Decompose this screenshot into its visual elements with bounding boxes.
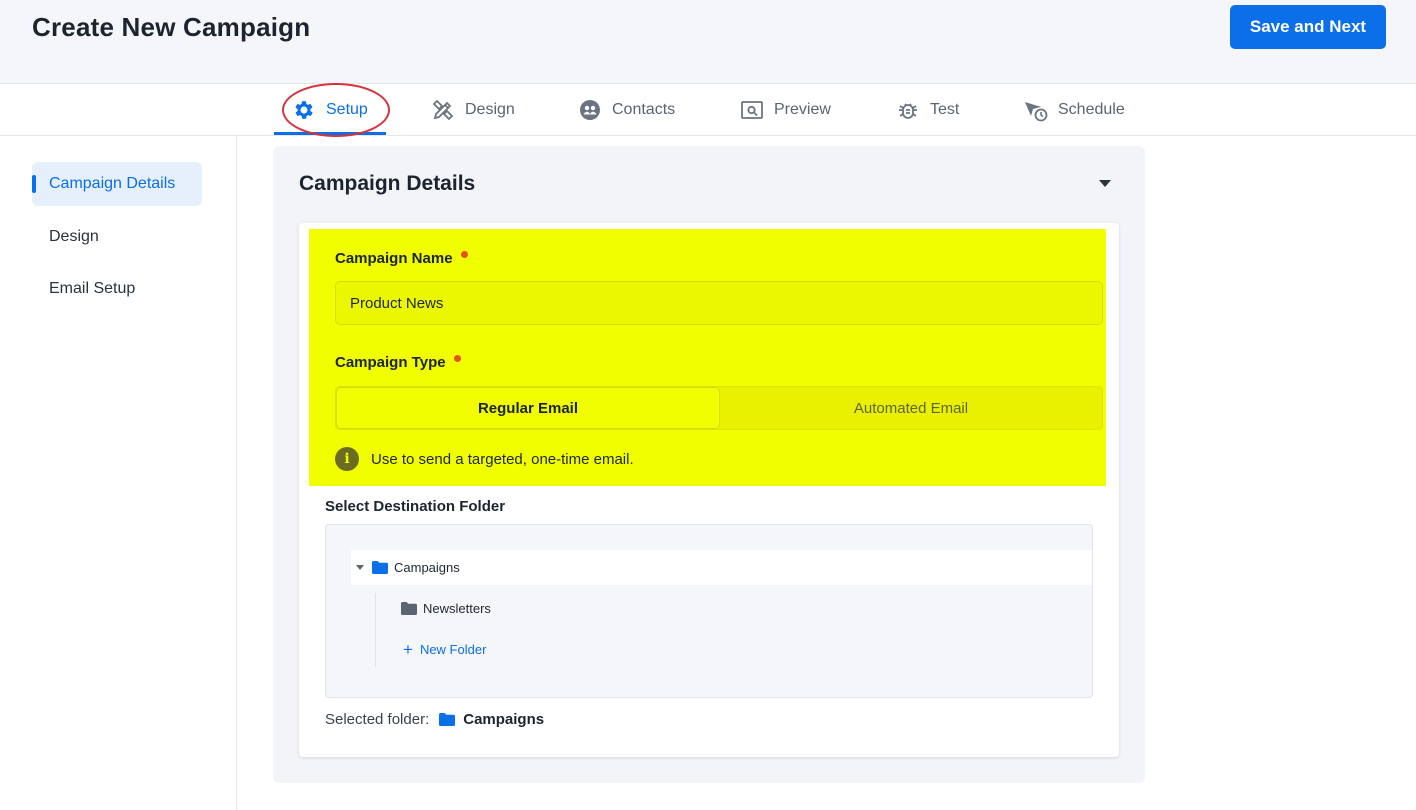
sidebar-item-label: Email Setup (49, 280, 136, 297)
panel-title: Campaign Details (299, 172, 476, 195)
highlighted-region: Campaign Name Campaign Type Regular Emai… (309, 229, 1106, 486)
sidebar-item-campaign-details[interactable]: Campaign Details (32, 162, 202, 206)
automated-email-option[interactable]: Automated Email (720, 387, 1102, 429)
page-title: Create New Campaign (32, 12, 311, 42)
folder-icon (401, 602, 417, 615)
tab-label: Design (465, 101, 515, 118)
sidebar-item-email-setup[interactable]: Email Setup (32, 267, 202, 311)
preview-icon (741, 101, 763, 119)
caret-down-icon[interactable] (356, 565, 364, 570)
collapse-caret-icon[interactable] (1099, 180, 1111, 187)
tab-schedule[interactable]: Schedule (1024, 84, 1125, 136)
tree-connector (375, 593, 376, 667)
design-tools-icon (432, 99, 454, 121)
campaign-details-panel: Campaign Details Campaign Name Campaign … (273, 146, 1145, 783)
tab-label: Contacts (612, 101, 676, 118)
tab-design[interactable]: Design (431, 84, 515, 136)
annotation-circle (282, 83, 390, 137)
save-and-next-button[interactable]: Save and Next (1230, 5, 1386, 49)
new-folder-button[interactable]: + New Folder (403, 641, 486, 658)
destination-folder-label: Select Destination Folder (325, 498, 506, 515)
campaign-type-toggle: Regular Email Automated Email (335, 386, 1103, 430)
folder-icon (372, 561, 388, 574)
tab-test[interactable]: Test (896, 84, 959, 136)
step-tabs: Setup Design Contacts Preview Test Sched… (0, 84, 1416, 136)
tab-label: Schedule (1058, 101, 1125, 118)
campaign-name-input[interactable] (335, 281, 1103, 325)
folder-tree: Campaigns Newsletters + New Folder (325, 524, 1093, 698)
regular-email-option[interactable]: Regular Email (336, 387, 720, 429)
campaign-type-info: i Use to send a targeted, one-time email… (335, 447, 634, 471)
info-text: Use to send a targeted, one-time email. (371, 450, 634, 468)
tab-contacts[interactable]: Contacts (578, 84, 675, 136)
schedule-icon (1025, 102, 1048, 122)
sidebar-item-label: Design (49, 228, 99, 245)
folder-icon (439, 713, 456, 726)
selected-folder-value: Campaigns (463, 711, 545, 728)
new-folder-label: New Folder (419, 642, 487, 657)
contacts-icon (580, 100, 600, 120)
folder-item-campaigns[interactable]: Campaigns (351, 550, 1092, 585)
tab-preview[interactable]: Preview (740, 84, 831, 136)
campaign-type-label: Campaign Type (335, 354, 461, 371)
sidebar-item-design[interactable]: Design (32, 215, 202, 259)
details-card: Campaign Name Campaign Type Regular Emai… (299, 223, 1119, 757)
plus-icon: + (403, 640, 413, 659)
tab-label: Preview (774, 101, 831, 118)
required-indicator (453, 355, 461, 362)
required-indicator (460, 251, 468, 258)
sidebar-item-label: Campaign Details (49, 175, 176, 192)
bug-icon (899, 103, 917, 119)
info-icon: i (335, 447, 359, 471)
tab-label: Test (930, 101, 960, 118)
folder-label: Newsletters (423, 601, 491, 616)
folder-item-newsletters[interactable]: Newsletters (401, 601, 491, 616)
campaign-name-label: Campaign Name (335, 250, 468, 267)
selected-folder-summary: Selected folder: Campaigns (325, 711, 544, 728)
selected-folder-label: Selected folder: (325, 711, 430, 728)
sidebar: Campaign Details Design Email Setup (0, 136, 237, 810)
page-header: Create New Campaign Save and Next (0, 0, 1416, 84)
folder-label: Campaigns (394, 560, 460, 575)
